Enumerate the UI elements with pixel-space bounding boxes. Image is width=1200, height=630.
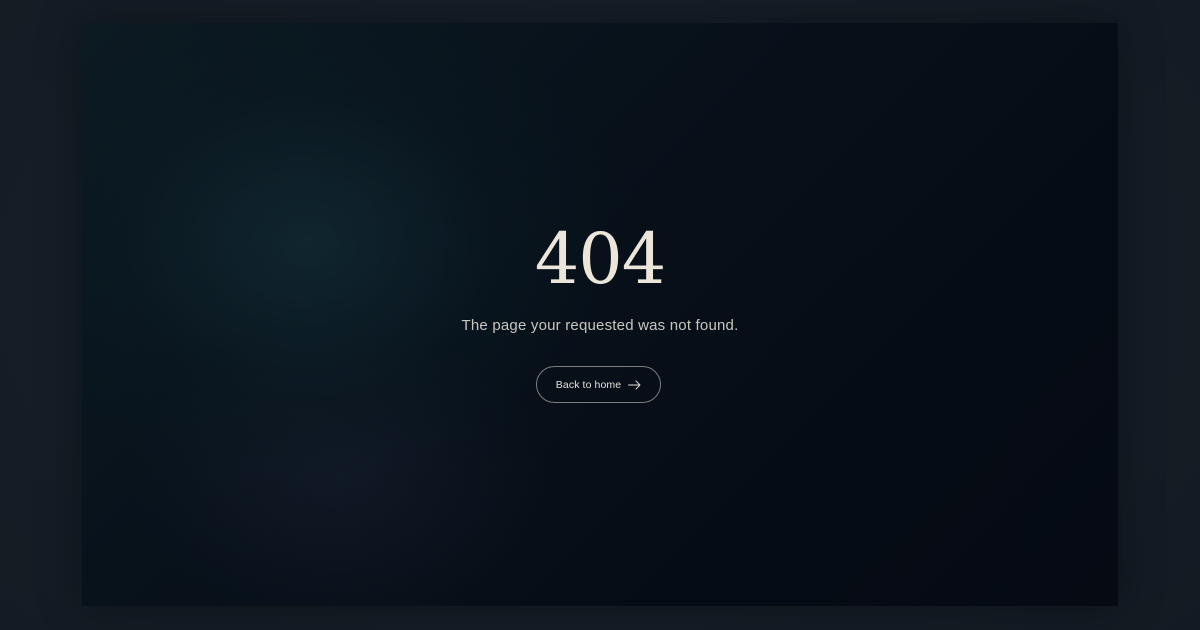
error-code: 404 — [534, 218, 667, 300]
error-message: The page your requested was not found. — [461, 317, 739, 334]
arrow-right-icon — [628, 380, 641, 390]
error-panel: 404 The page your requested was not foun… — [82, 23, 1118, 606]
back-to-home-button[interactable]: Back to home — [536, 366, 661, 403]
back-to-home-label: Back to home — [555, 378, 622, 391]
error-content: 404 The page your requested was not foun… — [82, 23, 1118, 606]
